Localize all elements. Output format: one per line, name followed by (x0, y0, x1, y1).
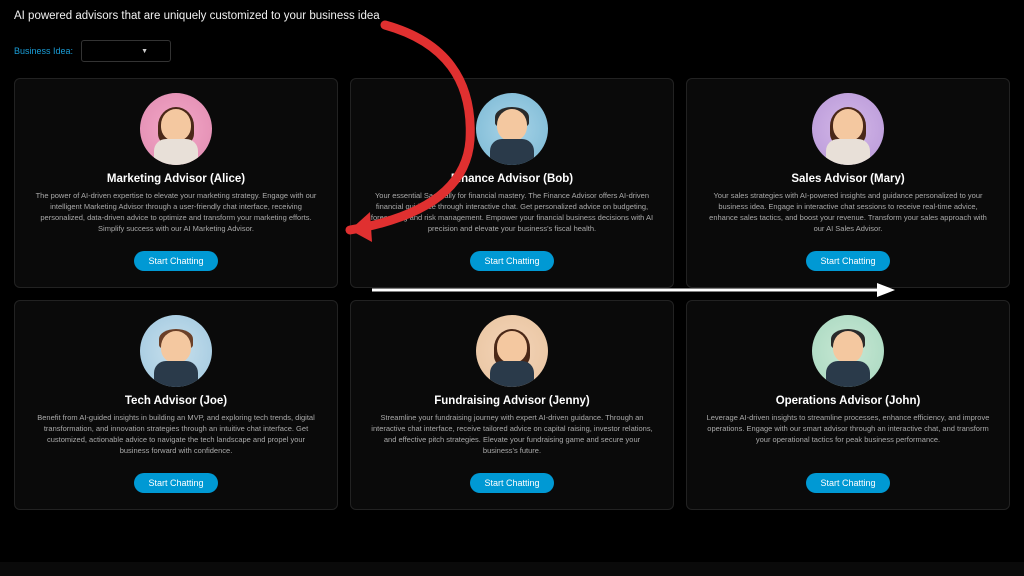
advisor-avatar (476, 315, 548, 387)
advisors-grid: Marketing Advisor (Alice) The power of A… (14, 78, 1010, 510)
advisor-avatar (140, 315, 212, 387)
advisor-title: Finance Advisor (Bob) (451, 173, 573, 185)
advisor-card-tech: Tech Advisor (Joe) Benefit from AI-guide… (14, 300, 338, 510)
advisor-avatar (476, 93, 548, 165)
advisor-title: Sales Advisor (Mary) (791, 173, 904, 185)
start-chatting-button[interactable]: Start Chatting (470, 473, 553, 493)
filter-row: Business Idea: ▼ (14, 40, 1010, 62)
start-chatting-button[interactable]: Start Chatting (134, 251, 217, 271)
filter-label: Business Idea: (14, 46, 73, 56)
advisor-description: Leverage AI-driven insights to streamlin… (705, 413, 991, 463)
advisor-title: Fundraising Advisor (Jenny) (434, 395, 589, 407)
business-idea-select[interactable]: ▼ (81, 40, 171, 62)
advisor-avatar (812, 93, 884, 165)
advisor-avatar (812, 315, 884, 387)
advisor-description: The power of AI-driven expertise to elev… (33, 191, 319, 241)
bottom-bar (0, 562, 1024, 576)
advisor-title: Marketing Advisor (Alice) (107, 173, 245, 185)
page-heading: AI powered advisors that are uniquely cu… (14, 10, 1010, 22)
advisor-description: Benefit from AI-guided insights in build… (33, 413, 319, 463)
advisor-card-finance: Finance Advisor (Bob) Your essential Saa… (350, 78, 674, 288)
advisor-description: Streamline your fundraising journey with… (369, 413, 655, 463)
advisor-card-fundraising: Fundraising Advisor (Jenny) Streamline y… (350, 300, 674, 510)
start-chatting-button[interactable]: Start Chatting (470, 251, 553, 271)
start-chatting-button[interactable]: Start Chatting (806, 251, 889, 271)
advisor-description: Your sales strategies with AI-powered in… (705, 191, 991, 241)
advisor-title: Operations Advisor (John) (776, 395, 921, 407)
advisor-description: Your essential SaaS ally for financial m… (369, 191, 655, 241)
advisor-avatar (140, 93, 212, 165)
start-chatting-button[interactable]: Start Chatting (806, 473, 889, 493)
advisor-title: Tech Advisor (Joe) (125, 395, 227, 407)
start-chatting-button[interactable]: Start Chatting (134, 473, 217, 493)
advisor-card-marketing: Marketing Advisor (Alice) The power of A… (14, 78, 338, 288)
chevron-down-icon: ▼ (141, 48, 148, 55)
advisor-card-sales: Sales Advisor (Mary) Your sales strategi… (686, 78, 1010, 288)
advisor-card-operations: Operations Advisor (John) Leverage AI-dr… (686, 300, 1010, 510)
